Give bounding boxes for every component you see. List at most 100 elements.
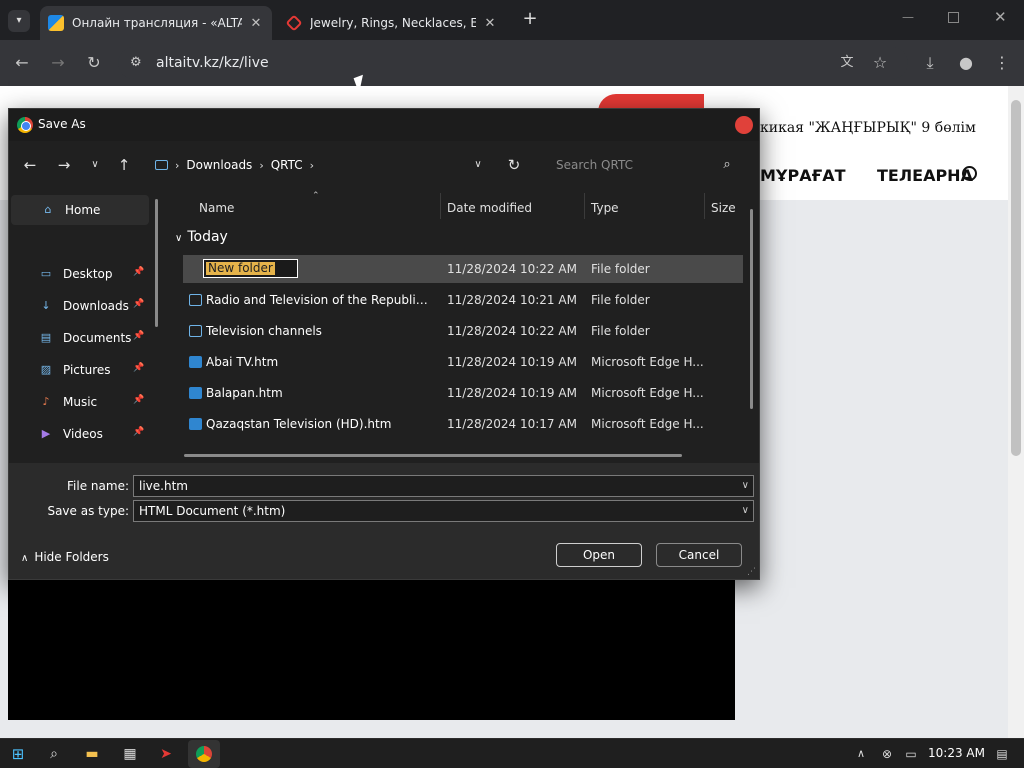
- page-scroll-thumb[interactable]: [1011, 100, 1021, 456]
- jewelry-favicon-icon: [285, 14, 303, 32]
- close-window-icon[interactable]: ✕: [994, 8, 1007, 26]
- music-icon: ♪: [42, 395, 50, 408]
- translate-icon[interactable]: 文: [836, 52, 858, 74]
- downloads-icon[interactable]: ⤓: [919, 52, 941, 74]
- breadcrumb-qrtc[interactable]: QRTC: [271, 158, 303, 172]
- nav-archive[interactable]: МҰРАҒАТ: [760, 166, 846, 185]
- chevron-up-icon[interactable]: ∧: [852, 745, 870, 763]
- column-separator[interactable]: [440, 193, 441, 219]
- new-tab-icon[interactable]: +: [520, 9, 540, 29]
- minimize-icon[interactable]: —: [902, 10, 914, 24]
- type-cell: Microsoft Edge H...: [591, 417, 704, 431]
- type-cell: File folder: [591, 324, 650, 338]
- list-item[interactable]: Radio and Television of the Republic of …: [183, 286, 743, 314]
- address-dropdown-icon[interactable]: ∨: [468, 155, 488, 175]
- back-arrow-icon[interactable]: ←: [11, 52, 33, 74]
- close-tab-icon[interactable]: ✕: [248, 16, 264, 31]
- back-icon[interactable]: ←: [20, 155, 40, 175]
- clock[interactable]: 10:23 AM: [928, 746, 985, 760]
- sidebar-item-desktop[interactable]: ▭ Desktop 📌: [9, 259, 147, 289]
- breadcrumb-separator-icon: ›: [259, 158, 264, 172]
- app-red-arrow-icon[interactable]: ➤: [157, 745, 175, 763]
- sidebar-item-downloads[interactable]: ↓ Downloads 📌: [9, 291, 147, 321]
- cancel-button[interactable]: Cancel: [656, 543, 742, 567]
- hide-folders-button[interactable]: ∧ Hide Folders: [21, 550, 109, 564]
- name-cell: Television channels: [206, 324, 322, 338]
- profile-icon[interactable]: ●: [955, 52, 977, 74]
- breadcrumb-separator-icon: ›: [309, 158, 315, 172]
- dialog-close-button[interactable]: [735, 116, 753, 134]
- tab-search-button[interactable]: ▾: [8, 10, 30, 32]
- news-ticker-text[interactable]: кикая "ЖАҢҒЫРЫҚ" 9 бөлім: [760, 120, 976, 136]
- refresh-icon[interactable]: ↻: [504, 155, 524, 175]
- save-as-type-value: HTML Document (*.htm): [139, 504, 286, 518]
- home-icon: ⌂: [44, 203, 52, 216]
- column-type[interactable]: Type: [591, 201, 619, 215]
- breadcrumb-downloads[interactable]: Downloads: [186, 158, 252, 172]
- forward-arrow-icon[interactable]: →: [47, 52, 69, 74]
- htm-file-icon: [189, 418, 202, 430]
- navigation-scrollbar[interactable]: [155, 199, 158, 327]
- column-separator[interactable]: [584, 193, 585, 219]
- chevron-down-icon[interactable]: ∨: [742, 476, 749, 496]
- file-list-horizontal-scrollbar[interactable]: [184, 454, 682, 457]
- search-icon[interactable]: ⌕: [45, 745, 63, 763]
- tab-jewelry[interactable]: Jewelry, Rings, Necklaces, Earrings ✕: [278, 6, 506, 40]
- name-cell: Qazaqstan Television (HD).htm: [206, 417, 392, 431]
- file-explorer-icon[interactable]: ▬: [83, 745, 101, 763]
- search-icon[interactable]: ⌕: [717, 155, 737, 175]
- up-folder-icon[interactable]: ↑: [114, 155, 134, 175]
- column-separator[interactable]: [704, 193, 705, 219]
- display-icon[interactable]: ▭: [902, 745, 920, 763]
- file-name-field[interactable]: live.htm ∨: [133, 475, 754, 497]
- notifications-icon[interactable]: ▤: [993, 745, 1011, 763]
- list-item[interactable]: Qazaqstan Television (HD).htm 11/28/2024…: [183, 410, 743, 438]
- list-item[interactable]: Television channels 11/28/2024 10:22 AM …: [183, 317, 743, 345]
- sidebar-item-home[interactable]: ⌂ Home: [11, 195, 149, 225]
- close-tab-icon[interactable]: ✕: [482, 16, 498, 31]
- sidebar-item-music[interactable]: ♪ Music 📌: [9, 387, 147, 417]
- tab-altai[interactable]: Онлайн трансляция - «ALTAI» ✕: [40, 6, 272, 40]
- site-search-icon[interactable]: [962, 166, 977, 181]
- group-header-today[interactable]: ∨ Today: [175, 229, 228, 245]
- list-item[interactable]: Abai TV.htm 11/28/2024 10:19 AM Microsof…: [183, 348, 743, 376]
- address-bar[interactable]: ⚙ altaitv.kz/kz/live: [118, 47, 908, 79]
- pin-icon: 📌: [133, 395, 145, 405]
- rename-input[interactable]: New folder: [203, 259, 298, 278]
- forward-icon[interactable]: →: [54, 155, 74, 175]
- network-icon[interactable]: ⊗: [878, 745, 896, 763]
- folder-icon: [189, 325, 202, 337]
- resize-grip-icon[interactable]: ⋰: [747, 567, 756, 577]
- list-item[interactable]: New folder 11/28/2024 10:22 AM File fold…: [183, 255, 743, 283]
- open-button[interactable]: Open: [556, 543, 642, 567]
- date-cell: 11/28/2024 10:22 AM: [447, 324, 577, 338]
- recent-locations-chevron-icon[interactable]: ∨: [85, 155, 105, 175]
- folder-icon: [189, 294, 202, 306]
- pin-icon: 📌: [133, 363, 145, 373]
- reload-icon[interactable]: ↻: [83, 52, 105, 74]
- site-info-icon[interactable]: ⚙: [130, 47, 142, 79]
- restore-icon[interactable]: [948, 12, 959, 23]
- download-icon: ↓: [41, 299, 51, 312]
- sidebar-item-videos[interactable]: ▶ Videos 📌: [9, 419, 147, 449]
- desktop-icon: ▭: [40, 267, 52, 280]
- bookmark-star-icon[interactable]: ☆: [869, 52, 891, 74]
- nav-channel[interactable]: ТЕЛЕАРНА: [877, 166, 973, 185]
- save-as-type-select[interactable]: HTML Document (*.htm) ∨: [133, 500, 754, 522]
- breadcrumb-folder-icon: [155, 160, 168, 170]
- menu-kebab-icon[interactable]: ⋮: [991, 52, 1013, 74]
- chrome-taskbar-icon[interactable]: [188, 740, 220, 768]
- column-size[interactable]: Size: [711, 201, 736, 215]
- video-player[interactable]: [8, 580, 735, 720]
- list-item[interactable]: Balapan.htm 11/28/2024 10:19 AM Microsof…: [183, 379, 743, 407]
- pin-icon: 📌: [133, 299, 145, 309]
- chevron-down-icon[interactable]: ∨: [742, 501, 749, 521]
- sidebar-item-documents[interactable]: ▤ Documents 📌: [9, 323, 147, 353]
- start-windows-icon[interactable]: ⊞: [9, 745, 27, 763]
- column-name[interactable]: Name: [199, 201, 234, 215]
- breadcrumb-separator-icon: ›: [175, 158, 180, 172]
- store-icon[interactable]: ▦: [121, 745, 139, 763]
- column-date-modified[interactable]: Date modified: [447, 201, 532, 215]
- sidebar-item-pictures[interactable]: ▨ Pictures 📌: [9, 355, 147, 385]
- file-list-vertical-scrollbar[interactable]: [750, 209, 753, 409]
